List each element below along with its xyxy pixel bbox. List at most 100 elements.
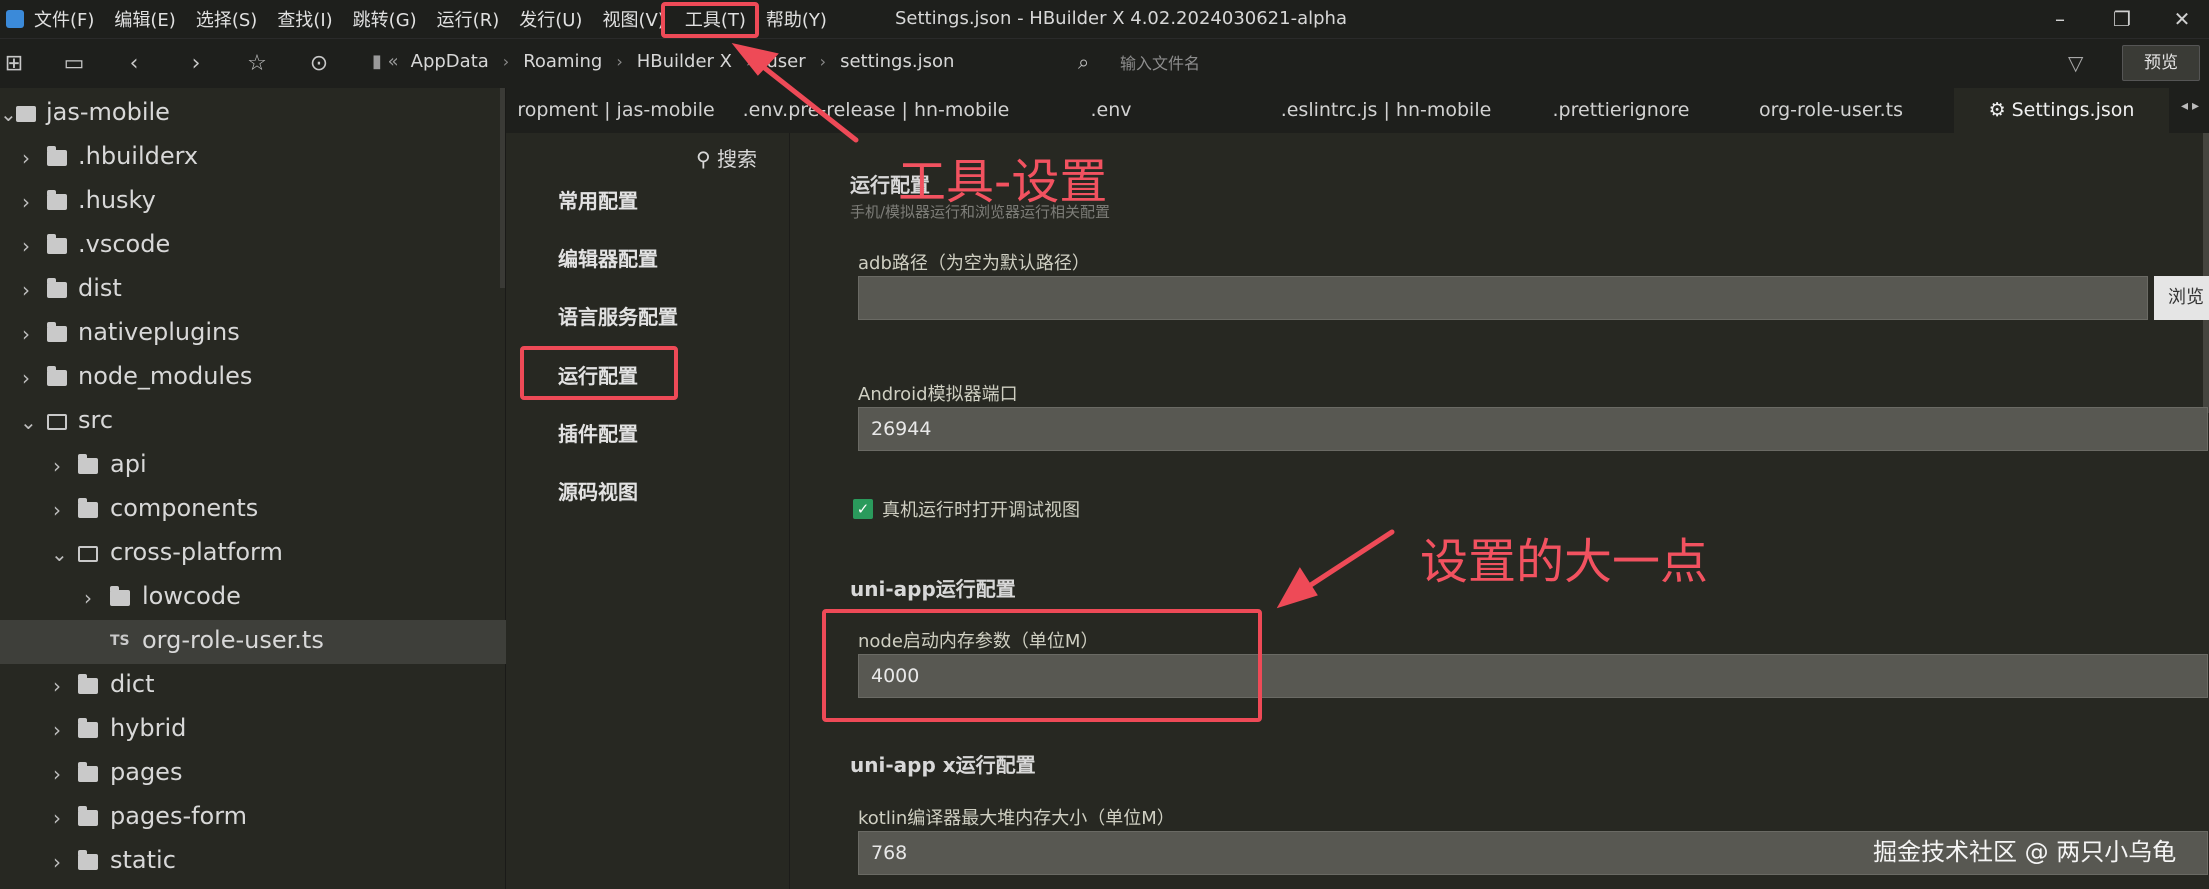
chevron-right-icon: › (22, 146, 30, 170)
breadcrumb-item[interactable]: AppData (411, 51, 489, 72)
tree-item-folder[interactable]: › .husky (0, 180, 506, 224)
typescript-file-icon: TS (110, 633, 130, 649)
chevron-right-icon: › (53, 674, 61, 698)
breadcrumb-item[interactable]: settings.json (840, 51, 954, 72)
folder-icon (47, 278, 67, 298)
back-icon[interactable]: ‹ (120, 50, 148, 78)
tree-item-folder[interactable]: › pages-form (0, 796, 506, 840)
chevron-right-icon: › (22, 190, 30, 214)
app-logo-icon (6, 10, 24, 28)
preview-button[interactable]: 预览 (2122, 45, 2200, 81)
tree-item-folder[interactable]: › nativeplugins (0, 312, 506, 356)
minimize-icon[interactable]: – (2045, 4, 2075, 34)
adb-path-label: adb路径（为空为默认路径） (858, 253, 1090, 274)
save-icon[interactable]: ▭ (60, 50, 88, 78)
settings-search-button[interactable]: ⚲ 搜索 (696, 143, 757, 172)
chevron-right-icon: › (53, 718, 61, 742)
chevron-right-icon: › (53, 498, 61, 522)
folder-icon (78, 498, 98, 518)
tree-item-folder[interactable]: ⌄ cross-platform (0, 532, 506, 576)
nav-item-general[interactable]: 常用配置 (558, 185, 638, 214)
editor-tab[interactable]: .eslintrc.js | hn-mobile (1261, 88, 1511, 133)
menu-find[interactable]: 查找(I) (277, 6, 342, 32)
menu-select[interactable]: 选择(S) (196, 6, 267, 32)
tree-item-folder[interactable]: › node_modules (0, 356, 506, 400)
tree-item-folder[interactable]: › pages (0, 752, 506, 796)
chevron-right-icon: › (53, 762, 61, 786)
menu-bar: 文件(F) 编辑(E) 选择(S) 查找(I) 跳转(G) 运行(R) 发行(U… (0, 0, 2209, 38)
annotation-box-node-memory (822, 609, 1262, 722)
menu-goto[interactable]: 跳转(G) (353, 6, 427, 32)
kotlin-heap-label: kotlin编译器最大堆内存大小（单位M） (858, 808, 1175, 829)
tree-item-folder[interactable]: › .hbuilderx (0, 136, 506, 180)
adb-path-input[interactable] (858, 276, 2148, 320)
editor-tab-active[interactable]: ⚙ Settings.json (1954, 88, 2169, 133)
chevron-right-icon: › (53, 850, 61, 874)
new-file-icon[interactable]: ⊞ (0, 50, 28, 78)
nav-item-source-view[interactable]: 源码视图 (558, 476, 638, 505)
menu-publish[interactable]: 发行(U) (519, 6, 592, 32)
editor-tab-label: Settings.json (2011, 99, 2135, 121)
breadcrumb-item[interactable]: user (766, 51, 805, 72)
breadcrumb-item[interactable]: HBuilder X (637, 51, 732, 72)
nav-item-editor[interactable]: 编辑器配置 (558, 243, 658, 272)
tree-item-folder[interactable]: › static (0, 840, 506, 884)
breadcrumb-separator-icon: › (745, 52, 753, 71)
editor-tab[interactable]: ropment | jas-mobile (516, 88, 716, 133)
editor-tab[interactable]: .prettierignore (1536, 88, 1706, 133)
tree-item-project[interactable]: ⌄ jas-mobile (0, 92, 506, 136)
section-title-uniappx: uni-app x运行配置 (850, 753, 1036, 777)
tab-scroll-arrows-icon[interactable]: ◂▸ (2181, 98, 2203, 114)
browse-button[interactable]: 浏览 (2154, 276, 2209, 320)
folder-icon (78, 806, 98, 826)
nav-item-plugins[interactable]: 插件配置 (558, 418, 638, 447)
menu-file[interactable]: 文件(F) (34, 6, 104, 32)
menu-edit[interactable]: 编辑(E) (114, 6, 185, 32)
chevron-right-icon: › (53, 454, 61, 478)
tree-item-folder[interactable]: › dist (0, 268, 506, 312)
tree-item-folder[interactable]: › lowcode (0, 576, 506, 620)
content-scrollbar[interactable] (2203, 133, 2209, 413)
close-icon[interactable]: ✕ (2167, 4, 2197, 34)
annotation-box-run-config (520, 346, 678, 400)
folder-icon (47, 190, 67, 210)
settings-search-label: 搜索 (717, 147, 758, 171)
chevron-right-icon: › (22, 366, 30, 390)
folder-icon (78, 454, 98, 474)
editor-tab-bar: ropment | jas-mobile .env.pre-release | … (506, 88, 2209, 133)
file-search-input[interactable] (1120, 48, 1540, 78)
debug-view-label: 真机运行时打开调试视图 (882, 500, 1080, 521)
settings-nav: ⚲ 搜索 常用配置 编辑器配置 语言服务配置 运行配置 插件配置 源码视图 (506, 133, 790, 889)
menu-run[interactable]: 运行(R) (437, 6, 510, 32)
forward-icon[interactable]: › (182, 50, 210, 78)
gear-icon: ⚙ (1988, 99, 2006, 121)
folder-icon (78, 850, 98, 870)
menu-help[interactable]: 帮助(Y) (766, 6, 837, 32)
tree-item-folder[interactable]: › hybrid (0, 708, 506, 752)
tree-item-folder[interactable]: ⌄ src (0, 400, 506, 444)
tree-item-folder[interactable]: › .vscode (0, 224, 506, 268)
breadcrumb-overflow-icon[interactable]: ▮ « (372, 51, 399, 72)
project-icon (16, 106, 36, 122)
search-icon: ⚲ (696, 147, 718, 171)
tree-item-folder[interactable]: › components (0, 488, 506, 532)
tree-item-file[interactable]: TS org-role-user.ts (0, 620, 506, 664)
editor-tab[interactable]: .env (1051, 88, 1171, 133)
folder-icon (78, 674, 98, 694)
maximize-icon[interactable]: ❐ (2107, 4, 2137, 34)
filter-icon[interactable]: ▽ (2068, 51, 2083, 75)
folder-icon (47, 366, 67, 386)
nav-item-language-service[interactable]: 语言服务配置 (558, 301, 678, 330)
breadcrumb-separator-icon: › (819, 52, 827, 71)
chevron-right-icon: › (53, 806, 61, 830)
breadcrumb-item[interactable]: Roaming (523, 51, 602, 72)
tree-item-folder[interactable]: › api (0, 444, 506, 488)
star-icon[interactable]: ☆ (243, 50, 271, 78)
run-icon[interactable]: ⊙ (305, 50, 333, 78)
editor-tab[interactable]: org-role-user.ts (1731, 88, 1931, 133)
tree-item-folder[interactable]: › dict (0, 664, 506, 708)
debug-view-checkbox[interactable]: ✓ (853, 499, 873, 519)
editor-tab[interactable]: .env.pre-release | hn-mobile (731, 88, 1021, 133)
chevron-right-icon: › (22, 322, 30, 346)
android-port-input[interactable] (858, 407, 2208, 451)
